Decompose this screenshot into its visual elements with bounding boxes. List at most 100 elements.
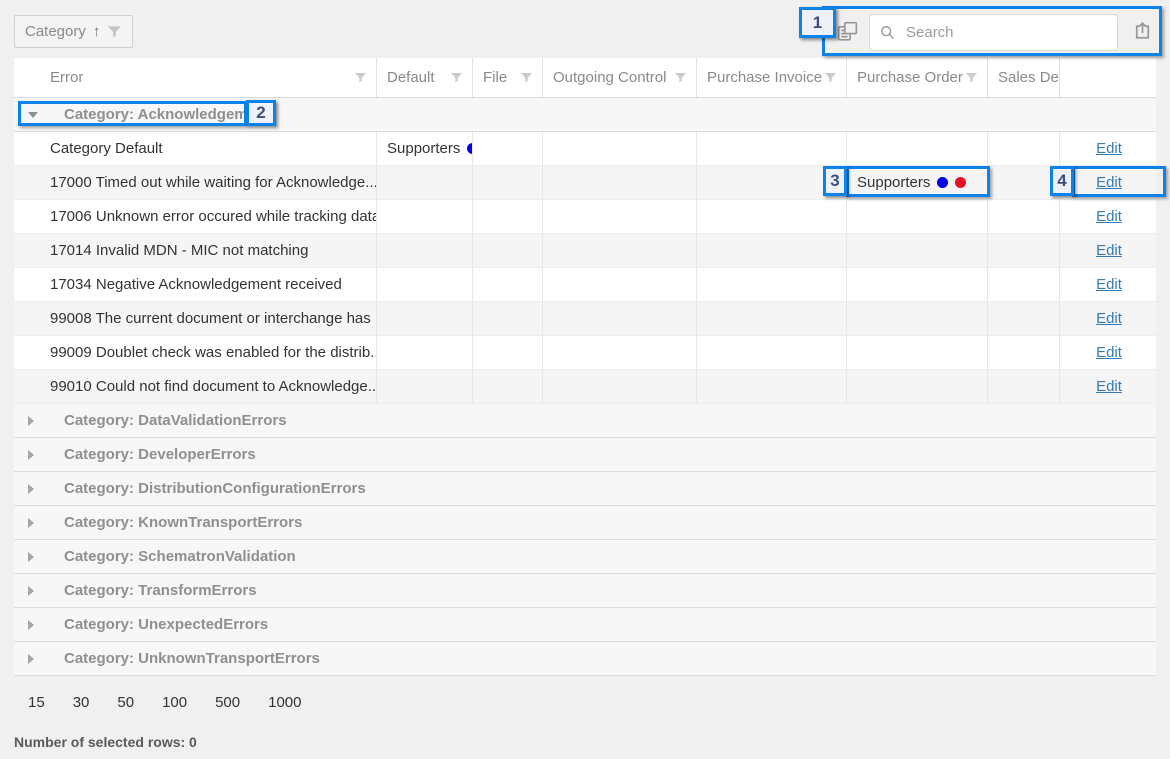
actions-cell: Edit [1060, 370, 1156, 403]
group-row[interactable]: Category: DeveloperErrors [14, 438, 1156, 472]
edit-link[interactable]: Edit [1096, 310, 1122, 327]
outgoing_control-cell [543, 234, 697, 267]
sales_despatch-cell [988, 302, 1060, 335]
actions-cell: Edit [1060, 132, 1156, 165]
filter-icon[interactable] [965, 71, 978, 84]
outgoing_control-cell [543, 268, 697, 301]
table-row[interactable]: 17000 Timed out while waiting for Acknow… [14, 166, 1156, 200]
group-label: Category: UnknownTransportErrors [64, 650, 320, 667]
column-header-purchase_invoice[interactable]: Purchase Invoice [697, 58, 847, 97]
sales_despatch-cell [988, 268, 1060, 301]
table-row[interactable]: 17014 Invalid MDN - MIC not matchingEdit [14, 234, 1156, 268]
purchase_order-cell [847, 336, 988, 369]
page-size-100[interactable]: 100 [162, 694, 187, 711]
edit-link[interactable]: Edit [1096, 174, 1122, 191]
supporters-label: Supporters [387, 140, 460, 157]
page-size-50[interactable]: 50 [117, 694, 134, 711]
column-header-label: Error [50, 69, 83, 86]
purchase_invoice-cell [697, 370, 847, 403]
file-cell [473, 166, 543, 199]
table-row[interactable]: 17034 Negative Acknowledgement receivedE… [14, 268, 1156, 302]
search-icon [880, 24, 895, 41]
column-chooser-button[interactable] [832, 18, 862, 44]
column-header-outgoing_control[interactable]: Outgoing Control [543, 58, 697, 97]
page-size-selector: 15 30 50 100 500 1000 [28, 694, 330, 711]
filter-icon[interactable] [450, 71, 463, 84]
purchase_order-cell [847, 268, 988, 301]
edit-link[interactable]: Edit [1096, 344, 1122, 361]
edit-link[interactable]: Edit [1096, 276, 1122, 293]
sales_despatch-cell [988, 166, 1060, 199]
group-row[interactable]: Category: KnownTransportErrors [14, 506, 1156, 540]
edit-link[interactable]: Edit [1096, 378, 1122, 395]
purchase_order-cell [847, 370, 988, 403]
filter-icon[interactable] [107, 24, 122, 39]
error-cell: 17006 Unknown error occured while tracki… [14, 200, 377, 233]
group-row[interactable]: Category: Acknowledgement [14, 98, 1156, 132]
group-row[interactable]: Category: UnexpectedErrors [14, 608, 1156, 642]
file-cell [473, 200, 543, 233]
filter-icon[interactable] [824, 71, 837, 84]
edit-link[interactable]: Edit [1096, 208, 1122, 225]
edit-link[interactable]: Edit [1096, 242, 1122, 259]
group-row[interactable]: Category: DataValidationErrors [14, 404, 1156, 438]
column-header-file[interactable]: File [473, 58, 543, 97]
selected-rows-status: Number of selected rows: 0 [14, 734, 197, 750]
purchase_order-cell [847, 234, 988, 267]
grid-header: ErrorDefaultFileOutgoing ControlPurchase… [14, 58, 1156, 98]
filter-icon[interactable] [354, 71, 367, 84]
group-row[interactable]: Category: UnknownTransportErrors [14, 642, 1156, 676]
purchase_order-cell [847, 200, 988, 233]
error-cell: 99008 The current document or interchang… [14, 302, 377, 335]
filter-icon[interactable] [674, 71, 687, 84]
column-header-default[interactable]: Default [377, 58, 473, 97]
page-size-1000[interactable]: 1000 [268, 694, 301, 711]
expand-icon[interactable] [28, 654, 34, 664]
group-label: Category: SchematronValidation [64, 548, 296, 565]
table-row[interactable]: 99009 Doublet check was enabled for the … [14, 336, 1156, 370]
page-size-30[interactable]: 30 [73, 694, 90, 711]
search-input[interactable] [904, 23, 1107, 42]
default-cell [377, 336, 473, 369]
table-row[interactable]: Category Default Supporters Edit [14, 132, 1156, 166]
group-row[interactable]: Category: SchematronValidation [14, 540, 1156, 574]
file-cell [473, 336, 543, 369]
expand-icon[interactable] [28, 450, 34, 460]
group-by-chip-category[interactable]: Category ↑ [14, 15, 133, 48]
table-row[interactable]: 17006 Unknown error occured while tracki… [14, 200, 1156, 234]
page-size-500[interactable]: 500 [215, 694, 240, 711]
group-chip-label: Category [25, 23, 86, 40]
sales_despatch-cell [988, 200, 1060, 233]
outgoing_control-cell [543, 200, 697, 233]
error-cell: Category Default [14, 132, 377, 165]
column-header-purchase_order[interactable]: Purchase Order [847, 58, 988, 97]
column-header-error[interactable]: Error [14, 58, 377, 97]
expand-icon[interactable] [28, 620, 34, 630]
expand-icon[interactable] [28, 552, 34, 562]
default-cell: Supporters [377, 132, 473, 165]
error-cell: 17000 Timed out while waiting for Acknow… [14, 166, 377, 199]
filter-icon[interactable] [520, 71, 533, 84]
edit-link[interactable]: Edit [1096, 140, 1122, 157]
expand-icon[interactable] [28, 586, 34, 596]
actions-cell: Edit [1060, 302, 1156, 335]
search-box [869, 14, 1118, 51]
expand-icon[interactable] [28, 518, 34, 528]
expand-icon[interactable] [28, 416, 34, 426]
export-icon [1131, 20, 1154, 43]
supporters-label: Supporters [857, 174, 930, 191]
file-cell [473, 302, 543, 335]
export-button[interactable] [1127, 18, 1157, 44]
toolbar: Category ↑ [0, 0, 1170, 58]
collapse-icon[interactable] [28, 112, 38, 118]
page-size-15[interactable]: 15 [28, 694, 45, 711]
column-header-sales_despatch[interactable]: Sales Despa [988, 58, 1060, 97]
group-row[interactable]: Category: TransformErrors [14, 574, 1156, 608]
default-cell [377, 302, 473, 335]
table-row[interactable]: 99008 The current document or interchang… [14, 302, 1156, 336]
file-cell [473, 132, 543, 165]
expand-icon[interactable] [28, 484, 34, 494]
table-row[interactable]: 99010 Could not find document to Acknowl… [14, 370, 1156, 404]
group-row[interactable]: Category: DistributionConfigurationError… [14, 472, 1156, 506]
purchase_invoice-cell [697, 132, 847, 165]
